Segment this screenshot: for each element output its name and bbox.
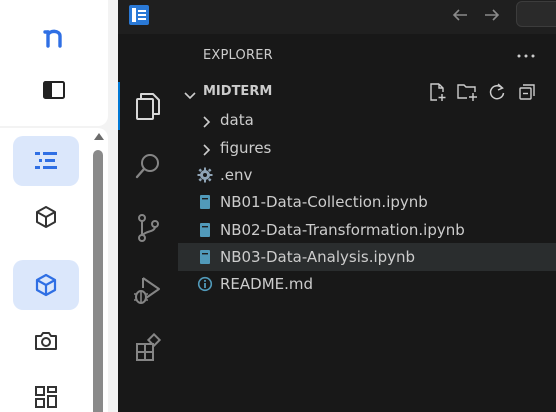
activity-source-control[interactable]	[118, 204, 178, 252]
gear-icon	[197, 167, 213, 183]
notebook-icon	[197, 222, 213, 238]
host-app-sidebar	[0, 0, 108, 412]
explorer-sidebar: EXPLORER MIDTERM data figures .env NB01-…	[178, 34, 556, 412]
app-logo-icon[interactable]	[34, 16, 74, 56]
tree-folder-data[interactable]: data	[178, 106, 556, 134]
tree-file-readme[interactable]: README.md	[178, 270, 556, 298]
tree-item-label: NB03-Data-Analysis.ipynb	[220, 248, 416, 266]
source-control-icon	[138, 214, 159, 242]
new-file-icon[interactable]	[426, 81, 448, 103]
explorer-header: EXPLORER	[178, 34, 556, 78]
activity-run-debug[interactable]	[118, 266, 178, 314]
activity-search[interactable]	[118, 142, 178, 190]
titlebar	[118, 0, 556, 34]
command-center[interactable]	[516, 1, 556, 27]
chevron-right-icon	[202, 141, 212, 160]
search-icon	[135, 154, 159, 179]
nav-cube-active-button[interactable]	[13, 260, 79, 310]
extensions-icon	[136, 333, 162, 361]
chevron-down-icon	[184, 86, 196, 105]
nav-list-view-button[interactable]	[13, 136, 79, 186]
tree-item-label: NB01-Data-Collection.ipynb	[220, 193, 428, 211]
cube-outline-icon	[35, 273, 57, 297]
scroll-up-arrow-icon[interactable]	[94, 133, 104, 140]
tree-item-label: .env	[220, 166, 253, 184]
chevron-right-icon	[202, 113, 212, 132]
host-scrollbar-thumb[interactable]	[93, 150, 103, 412]
nav-cube-button[interactable]	[13, 192, 79, 242]
cube-outline-icon	[36, 206, 56, 228]
tree-item-label: README.md	[220, 275, 314, 293]
vscode-app-icon[interactable]	[128, 4, 150, 26]
activity-explorer[interactable]	[118, 82, 178, 130]
workspace-folder-header[interactable]: MIDTERM	[178, 78, 556, 106]
tree-file-env[interactable]: .env	[178, 161, 556, 189]
tree-file-nb02[interactable]: NB02-Data-Transformation.ipynb	[178, 216, 556, 244]
notebook-icon	[197, 249, 213, 265]
run-debug-icon	[134, 277, 160, 304]
activity-bar	[118, 34, 178, 412]
tree-item-label: figures	[220, 139, 272, 157]
refresh-icon[interactable]	[486, 81, 508, 103]
nav-camera-button[interactable]	[13, 316, 79, 366]
tree-file-nb03[interactable]: NB03-Data-Analysis.ipynb	[178, 243, 556, 271]
explorer-title: EXPLORER	[203, 48, 273, 63]
toggle-panel-icon[interactable]	[34, 70, 74, 110]
dashboard-grid-icon	[35, 386, 57, 408]
workspace-folder-name: MIDTERM	[203, 84, 273, 99]
tree-file-nb01[interactable]: NB01-Data-Collection.ipynb	[178, 188, 556, 216]
explorer-icon	[136, 93, 160, 120]
tree-folder-figures[interactable]: figures	[178, 134, 556, 162]
tree-item-label: data	[220, 111, 254, 129]
forward-arrow-icon[interactable]	[480, 3, 504, 27]
folder-actions	[426, 81, 538, 103]
list-view-icon	[35, 152, 57, 169]
new-folder-icon[interactable]	[456, 81, 478, 103]
activity-extensions[interactable]	[118, 324, 178, 372]
more-actions-icon[interactable]	[514, 44, 538, 68]
notebook-icon	[197, 194, 213, 210]
info-icon	[197, 276, 213, 292]
nav-dashboard-button[interactable]	[13, 372, 79, 412]
back-arrow-icon[interactable]	[448, 3, 472, 27]
tree-item-label: NB02-Data-Transformation.ipynb	[220, 221, 465, 239]
collapse-all-icon[interactable]	[516, 81, 538, 103]
host-sidebar-top-panel	[0, 0, 108, 126]
camera-icon	[35, 332, 57, 350]
vscode-window: EXPLORER MIDTERM data figures .env NB01-…	[118, 0, 556, 412]
